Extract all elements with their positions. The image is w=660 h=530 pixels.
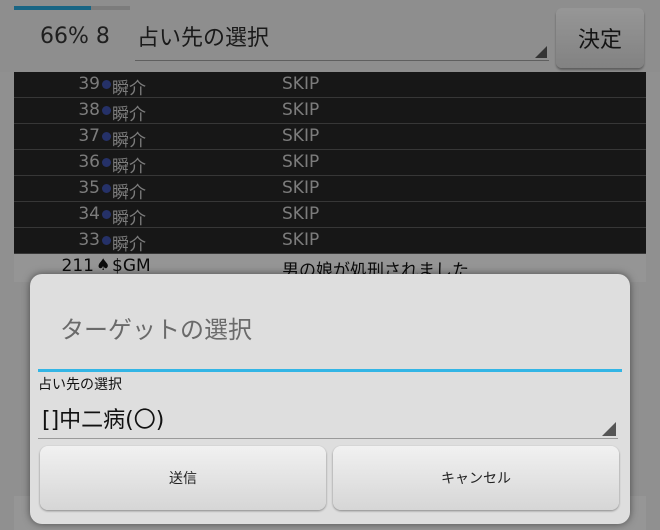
target-select[interactable]: []中二病(〇) bbox=[38, 394, 618, 439]
dialog-title: ターゲットの選択 bbox=[60, 316, 252, 344]
cancel-button[interactable]: キャンセル bbox=[333, 446, 619, 510]
target-dialog: ターゲットの選択 占い先の選択 []中二病(〇) 送信 キャンセル bbox=[30, 274, 630, 524]
dropdown-arrow-icon bbox=[602, 422, 616, 436]
target-select-label: 占い先の選択 bbox=[38, 377, 122, 393]
send-button[interactable]: 送信 bbox=[40, 446, 326, 510]
target-select-value: []中二病(〇) bbox=[42, 408, 165, 433]
title-divider bbox=[38, 369, 622, 372]
